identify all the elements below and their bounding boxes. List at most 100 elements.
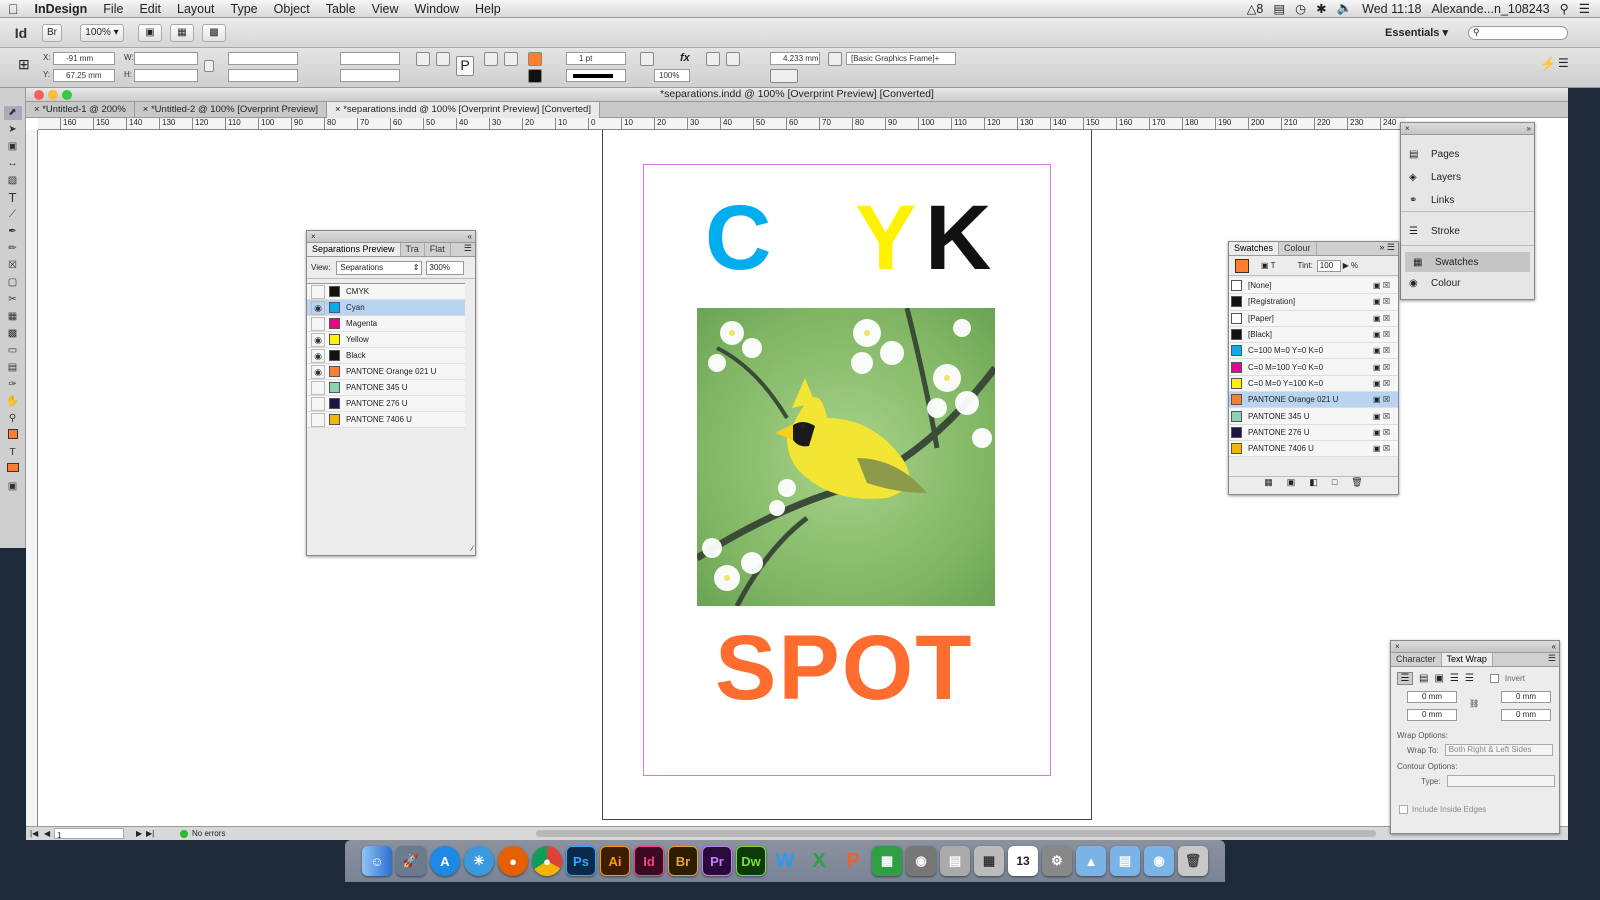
menu-view[interactable]: View [364,2,407,16]
separation-row[interactable]: CMYK [307,284,465,300]
swatch-row[interactable]: PANTONE Orange 021 U ▣ ☒ [1229,392,1398,409]
collapse-dock-icon[interactable]: » [1527,123,1531,134]
wrap-to-select[interactable]: Both Right & Left Sides [1444,744,1553,756]
swatch-row[interactable]: [Registration] ▣ ☒ [1229,294,1398,311]
opacity-field[interactable]: 100% [654,69,690,82]
top-offset-field[interactable]: 0 mm [1407,691,1457,703]
hand-tool-icon[interactable]: ✋ [4,395,22,409]
constrain-proportions-icon[interactable] [204,60,214,72]
menu-type[interactable]: Type [223,2,266,16]
close-tab-icon[interactable]: × [34,104,40,115]
scale-y-field[interactable] [228,69,298,82]
document-page[interactable]: C Y K SPOT [602,130,1092,820]
premiere-icon[interactable]: Pr [702,846,732,876]
documents-folder-icon[interactable]: ▤ [1110,846,1140,876]
dock-item-stroke[interactable]: ☰ Stroke [1401,218,1534,246]
spotlight-icon[interactable]: ⚲ [1560,1,1569,16]
camera-icon[interactable]: ◉ [906,846,936,876]
wrap-shape-icon[interactable]: ▣ [1434,673,1443,684]
page-nav-first-icon[interactable]: |◀ [30,827,38,840]
pencil-tool-icon[interactable]: ✏ [4,242,22,256]
show-all-swatches-icon[interactable]: ▦ [1264,477,1273,490]
swatch-row[interactable]: C=0 M=100 Y=0 K=0 ▣ ☒ [1229,359,1398,376]
minimize-window-icon[interactable] [48,90,58,100]
formatting-affects-icon[interactable]: T [4,446,22,460]
note-tool-icon[interactable]: ▤ [4,361,22,375]
numbers-icon[interactable]: ▦ [872,846,902,876]
menu-object[interactable]: Object [266,2,318,16]
separation-row[interactable]: ◉ Cyan [307,300,465,316]
swatch-row[interactable]: [Paper] ▣ ☒ [1229,310,1398,327]
word-icon[interactable]: W [770,846,800,876]
preflight-status-icon[interactable] [180,830,188,838]
page-nav-next-icon[interactable]: ▶ [136,827,142,840]
drop-shadow-icon[interactable] [640,52,654,66]
safari-icon[interactable]: ✳ [464,846,494,876]
gradient-swatch-icon[interactable]: ▩ [4,327,22,341]
workspace-switcher[interactable]: Essentials ▾ [1385,26,1448,39]
downloads-folder-icon[interactable]: ◉ [1144,846,1174,876]
page-number-field[interactable]: 1 [54,828,124,840]
dimension-field[interactable]: 4.233 mm [770,52,820,65]
separation-row[interactable]: PANTONE 7406 U [307,412,465,428]
dock-item-swatches[interactable]: ▦ Swatches [1405,252,1530,272]
spot-text[interactable]: SPOT [715,622,973,714]
gradient-feather-icon[interactable]: ▭ [4,344,22,358]
menu-help[interactable]: Help [467,2,509,16]
tint-slider-icon[interactable]: ▶ [1343,261,1349,270]
tab-transparency[interactable]: Tra [401,243,425,256]
calendar-icon[interactable]: 13 [1008,846,1038,876]
zoom-window-icon[interactable] [62,90,72,100]
stroke-type-select[interactable] [566,69,626,82]
firefox-icon[interactable]: ● [498,846,528,876]
close-window-icon[interactable] [34,90,44,100]
zoom-select[interactable]: 300% [426,260,465,275]
delete-swatch-icon[interactable]: 🗑 [1351,477,1362,490]
new-swatch-icon[interactable]: □ [1332,477,1337,490]
search-input[interactable]: ⚲ [1468,25,1568,40]
close-panel-icon[interactable]: × [1395,642,1400,651]
align-icon[interactable] [726,52,740,66]
bluetooth-icon[interactable]: ✱ [1316,1,1326,16]
rotate-ccw-icon[interactable] [436,52,450,66]
content-collector-icon[interactable]: ▧ [4,174,22,188]
jump-next-column-icon[interactable]: ☰ [1465,673,1474,684]
arrange-documents-icon[interactable]: ▩ [202,23,226,42]
no-wrap-icon[interactable]: ☰ [1397,671,1413,685]
applications-folder-icon[interactable]: ▲ [1076,846,1106,876]
wrap-bounding-box-icon[interactable]: ▤ [1419,673,1428,684]
close-panel-icon[interactable]: × [311,232,316,241]
menu-layout[interactable]: Layout [169,2,223,16]
tab-separations-preview[interactable]: Separations Preview [307,243,401,256]
visibility-toggle[interactable] [311,412,325,427]
height-field[interactable] [134,69,198,82]
free-transform-icon[interactable]: ▦ [4,310,22,324]
eye-icon[interactable]: ◉ [311,332,325,347]
calculator-icon[interactable]: ▦ [974,846,1004,876]
view-options-icon[interactable]: ▣ [138,23,162,42]
page-tool-icon[interactable]: ▣ [4,140,22,154]
effects-fx-icon[interactable]: fx [680,52,694,66]
show-gradient-swatches-icon[interactable]: ◧ [1309,477,1318,490]
bridge-button[interactable]: Br [42,23,62,42]
tab-flattener[interactable]: Flat [425,243,451,256]
swatch-row[interactable]: PANTONE 345 U ▣ ☒ [1229,408,1398,425]
type-tool-icon[interactable]: T [4,191,22,205]
app-store-icon[interactable]: A [430,846,460,876]
app-menu[interactable]: InDesign [27,2,96,16]
tab-swatches[interactable]: Swatches [1229,242,1280,255]
object-style-icon[interactable] [828,52,842,66]
tab-separations[interactable]: × *separations.indd @ 100% [Overprint Pr… [326,102,600,118]
time-machine-icon[interactable]: ◷ [1295,1,1306,16]
menu-window[interactable]: Window [407,2,467,16]
dock-item-pages[interactable]: ▤ Pages [1401,143,1534,166]
horizontal-scrollbar[interactable] [536,830,1376,837]
eye-icon[interactable]: ◉ [311,348,325,363]
pasteboard[interactable]: C Y K SPOT [38,130,1406,828]
panel-menu-icon[interactable]: » ☰ [1379,242,1398,255]
object-style-select[interactable]: [Basic Graphics Frame]+ [846,52,956,65]
pen-tool-icon[interactable]: ✒ [4,225,22,239]
eye-icon[interactable]: ◉ [311,300,325,315]
dock-item-colour[interactable]: ◉ Colour [1401,272,1534,295]
chrome-icon[interactable]: ● [532,846,562,876]
